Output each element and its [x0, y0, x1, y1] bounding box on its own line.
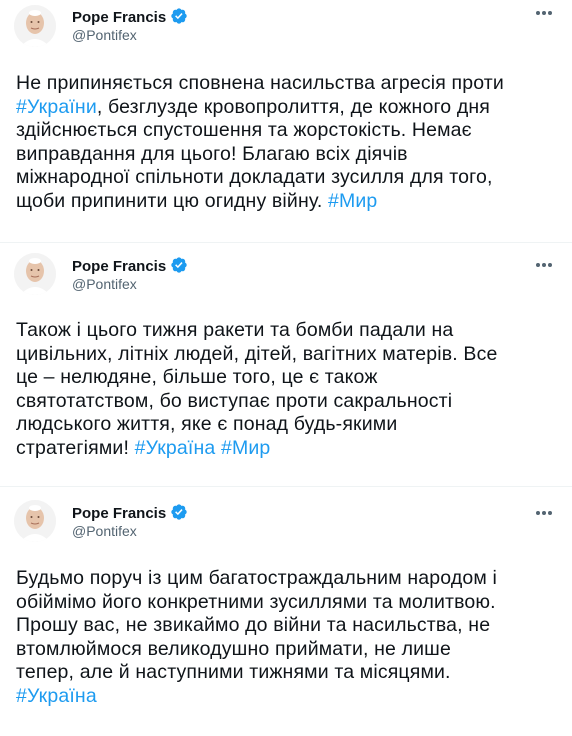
pope-avatar-icon [14, 500, 56, 542]
more-options-icon[interactable] [536, 511, 552, 517]
author-name-text: Pope Francis [72, 505, 167, 522]
hashtag-link[interactable]: #Україна [135, 437, 216, 459]
verified-badge-icon [171, 504, 187, 520]
tweet-text: Не припиняється сповнена насильства агре… [16, 72, 561, 213]
tweet-text-segment: Будьмо поруч із цим багатостраждальним н… [16, 567, 497, 683]
author-name-text: Pope Francis [72, 9, 167, 26]
hashtag-link[interactable]: #Мир [221, 437, 270, 459]
verified-badge-icon [171, 257, 187, 273]
avatar[interactable] [14, 5, 56, 47]
tweet-text-segment: Не припиняється сповнена насильства агре… [16, 72, 504, 94]
tweet-3[interactable]: Pope Francis @Pontifex Будьмо поруч із ц… [0, 487, 572, 736]
tweet-text: Також і цього тижня ракети та бомби пада… [16, 319, 561, 460]
author-name[interactable]: Pope Francis [72, 503, 188, 522]
hashtag-link[interactable]: #Україна [16, 685, 97, 707]
hashtag-link[interactable]: #України [16, 96, 97, 118]
author-name-text: Pope Francis [72, 258, 167, 275]
author-handle[interactable]: @Pontifex [72, 276, 137, 292]
avatar[interactable] [14, 500, 56, 542]
author-name[interactable]: Pope Francis [72, 7, 188, 26]
avatar[interactable] [14, 253, 56, 295]
author-name[interactable]: Pope Francis [72, 256, 188, 275]
tweet-1[interactable]: Pope Francis @Pontifex Не припиняється с… [0, 0, 572, 243]
tweet-text: Будьмо поруч із цим багатостраждальним н… [16, 567, 561, 708]
hashtag-link[interactable]: #Мир [328, 190, 377, 212]
author-handle[interactable]: @Pontifex [72, 27, 137, 43]
pope-avatar-icon [14, 5, 56, 47]
pope-avatar-icon [14, 253, 56, 295]
verified-badge-icon [171, 8, 187, 24]
tweet-2[interactable]: Pope Francis @Pontifex Також і цього тиж… [0, 243, 572, 487]
more-options-icon[interactable] [536, 263, 552, 269]
author-handle[interactable]: @Pontifex [72, 523, 137, 539]
more-options-icon[interactable] [536, 11, 552, 17]
